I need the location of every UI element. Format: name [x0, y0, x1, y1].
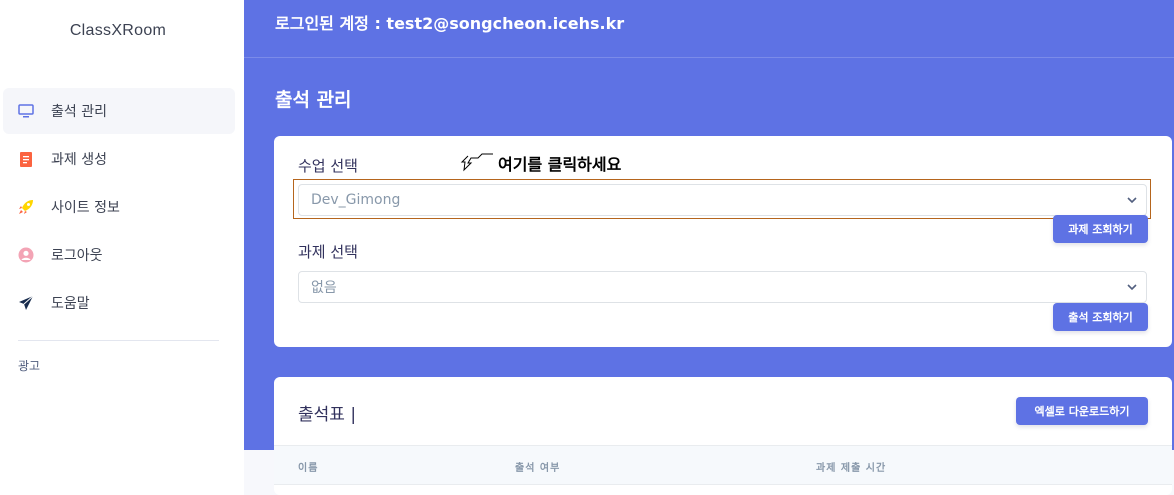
class-select-value: Dev_Gimong — [311, 192, 401, 208]
assignment-select-label: 과제 선택 — [298, 243, 358, 261]
sidebar-nav: 출석 관리 과제 생성 사이트 정보 로그아웃 도움말 — [3, 88, 235, 328]
query-attendance-button[interactable]: 출석 조회하기 — [1053, 303, 1148, 331]
sidebar-divider — [18, 340, 219, 341]
rocket-icon — [17, 198, 35, 216]
chevron-down-icon — [1126, 280, 1138, 294]
sidebar-item-attendance[interactable]: 출석 관리 — [3, 88, 235, 134]
column-header-attendance: 출석 여부 — [515, 463, 561, 474]
click-here-hint: 여기를 클릭하세요 — [460, 150, 621, 176]
column-header-submission-time: 과제 제출 시간 — [816, 463, 887, 474]
selection-card — [274, 136, 1172, 347]
sidebar-item-logout[interactable]: 로그아웃 — [3, 232, 235, 278]
pointer-arrow-icon — [460, 150, 494, 176]
send-icon — [17, 294, 35, 312]
table-title: 출석표 | — [298, 405, 357, 425]
chevron-down-icon — [1126, 193, 1138, 207]
assignment-select-value: 없음 — [311, 280, 337, 296]
account-info: 로그인된 계정 : test2@songcheon.icehs.kr — [275, 14, 625, 33]
user-icon — [17, 246, 35, 264]
sidebar-item-label: 도움말 — [51, 296, 90, 312]
column-header-name: 이름 — [298, 463, 319, 474]
table-header — [274, 445, 1172, 485]
ads-heading: 광고 — [18, 359, 41, 373]
hint-text: 여기를 클릭하세요 — [498, 155, 622, 174]
sidebar-item-site-info[interactable]: 사이트 정보 — [3, 184, 235, 230]
monitor-icon — [17, 102, 35, 120]
assignment-select[interactable]: 없음 — [298, 271, 1147, 303]
sidebar-item-label: 출석 관리 — [51, 104, 107, 120]
page-title: 출석 관리 — [275, 89, 352, 111]
excel-download-button[interactable]: 엑셀로 다운로드하기 — [1016, 397, 1148, 425]
sidebar-item-label: 과제 생성 — [51, 152, 107, 168]
brand-logo[interactable]: ClassXRoom — [0, 22, 236, 40]
document-icon — [17, 150, 35, 168]
header-divider — [244, 57, 1174, 58]
query-assignments-button[interactable]: 과제 조회하기 — [1053, 215, 1148, 243]
sidebar-item-create-assignment[interactable]: 과제 생성 — [3, 136, 235, 182]
sidebar: ClassXRoom 출석 관리 과제 생성 사이트 정보 로그아웃 도움말 광… — [0, 0, 244, 495]
sidebar-item-label: 사이트 정보 — [51, 200, 120, 216]
class-select[interactable]: Dev_Gimong — [298, 184, 1147, 216]
class-select-label: 수업 선택 — [298, 157, 358, 175]
sidebar-item-help[interactable]: 도움말 — [3, 280, 235, 326]
sidebar-item-label: 로그아웃 — [51, 248, 103, 264]
